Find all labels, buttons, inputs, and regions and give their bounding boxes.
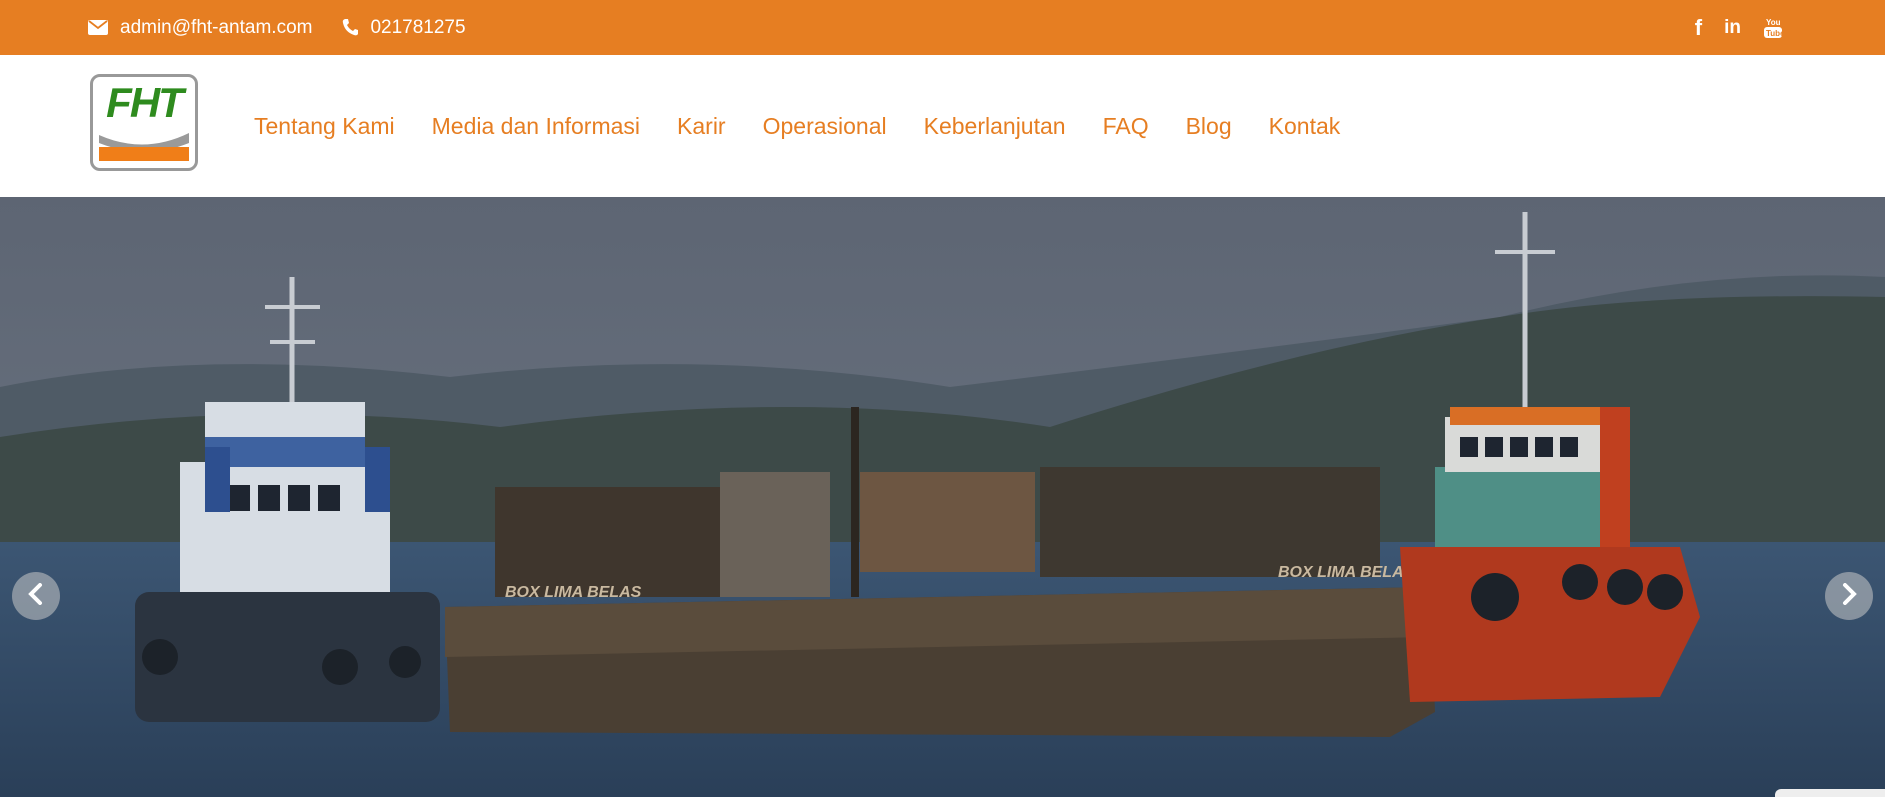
linkedin-icon[interactable]: in bbox=[1724, 18, 1741, 37]
recaptcha-badge-edge bbox=[1775, 789, 1885, 797]
barge-label-right: BOX LIMA BELAS bbox=[1278, 564, 1415, 581]
email-text[interactable]: admin@fht-antam.com bbox=[120, 17, 312, 39]
slider-next-button[interactable] bbox=[1825, 572, 1873, 620]
nav-karir[interactable]: Karir bbox=[677, 113, 726, 140]
slider-prev-button[interactable] bbox=[12, 572, 60, 620]
envelope-icon bbox=[88, 20, 108, 35]
barge-label-left: BOX LIMA BELAS bbox=[505, 584, 642, 601]
site-logo[interactable]: FHT bbox=[90, 74, 198, 171]
youtube-icon[interactable]: You Tube bbox=[1763, 17, 1783, 39]
chevron-left-icon bbox=[26, 582, 46, 610]
hero-image-tugboats-barge: BOX LIMA BELAS BOX LIMA BELAS bbox=[0, 197, 1885, 797]
nav-tentang-kami[interactable]: Tentang Kami bbox=[254, 113, 395, 140]
nav-faq[interactable]: FAQ bbox=[1103, 113, 1149, 140]
nav-kontak[interactable]: Kontak bbox=[1269, 113, 1341, 140]
chevron-right-icon bbox=[1839, 582, 1859, 610]
phone-text[interactable]: 021781275 bbox=[370, 17, 465, 39]
phone-icon bbox=[342, 19, 359, 36]
contact-info: admin@fht-antam.com 021781275 bbox=[88, 0, 466, 55]
site-header: FHT Tentang Kami Media dan Informasi Kar… bbox=[0, 55, 1885, 197]
social-links: f in You Tube bbox=[1695, 0, 1783, 55]
svg-text:You: You bbox=[1766, 18, 1781, 27]
nav-media-dan-informasi[interactable]: Media dan Informasi bbox=[432, 113, 640, 140]
email-contact[interactable]: admin@fht-antam.com bbox=[88, 17, 312, 39]
facebook-icon[interactable]: f bbox=[1695, 16, 1702, 39]
nav-keberlanjutan[interactable]: Keberlanjutan bbox=[924, 113, 1066, 140]
nav-operasional[interactable]: Operasional bbox=[763, 113, 887, 140]
top-contact-bar: admin@fht-antam.com 021781275 f in You Tu… bbox=[0, 0, 1885, 55]
svg-text:Tube: Tube bbox=[1766, 29, 1783, 38]
hero-slider: BOX LIMA BELAS BOX LIMA BELAS bbox=[0, 197, 1885, 797]
main-navigation: Tentang Kami Media dan Informasi Karir O… bbox=[254, 55, 1377, 197]
nav-blog[interactable]: Blog bbox=[1186, 113, 1232, 140]
phone-contact[interactable]: 021781275 bbox=[342, 17, 466, 39]
